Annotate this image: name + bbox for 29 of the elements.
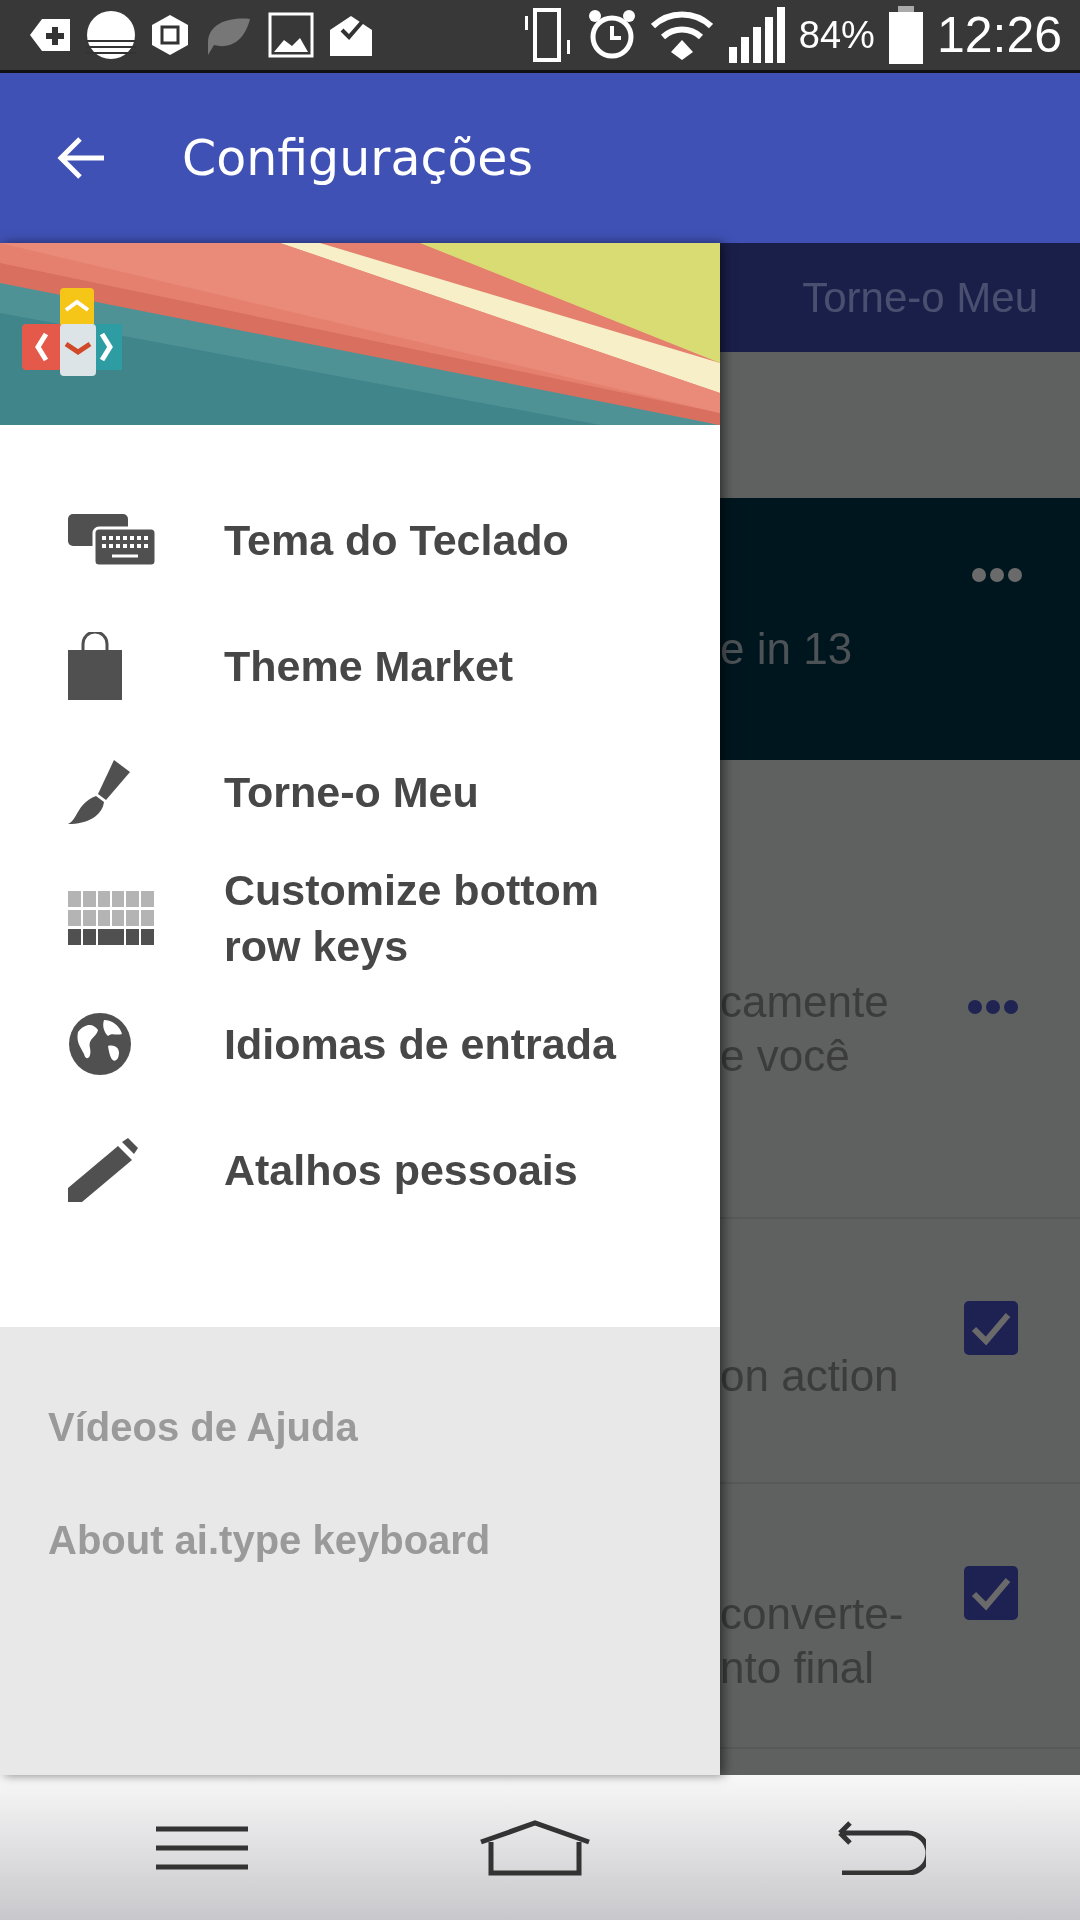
drawer-item[interactable]: Idiomas de entrada [0, 981, 720, 1107]
checkbox[interactable] [964, 1301, 1018, 1355]
battery-icon [888, 6, 923, 64]
battery-percent: 84% [798, 13, 875, 57]
globe-icon [68, 1012, 132, 1076]
drawer-item[interactable]: Theme Market [0, 603, 720, 729]
wifi-icon [650, 10, 713, 60]
banner-text: e in 13 [720, 624, 853, 674]
pencil-icon [68, 1138, 138, 1202]
clock: 12:26 [936, 6, 1062, 64]
paintbrush-icon [68, 760, 132, 824]
image-icon [268, 12, 314, 58]
drawer-item[interactable]: Torne-o Meu [0, 729, 720, 855]
drawer-item[interactable]: Tema do Teclado [0, 477, 720, 603]
app-bar-title: Configurações [182, 129, 534, 187]
keyboard-grid-icon [68, 891, 154, 945]
drawer-item[interactable]: Atalhos pessoais [0, 1107, 720, 1233]
signal-icon [726, 7, 785, 63]
shopping-bag-icon [68, 632, 122, 700]
menu-icon[interactable] [153, 1824, 250, 1871]
drawer-item[interactable]: Customize bottom row keys [0, 855, 720, 981]
keyboards-icon [68, 514, 158, 566]
sun-icon [86, 10, 136, 60]
home-icon[interactable] [477, 1819, 593, 1876]
more-icon[interactable] [972, 568, 1022, 582]
checkbox[interactable] [964, 1566, 1018, 1620]
back-arrow-icon[interactable] [56, 136, 106, 180]
vibrate-icon [522, 8, 573, 62]
cube-icon [150, 13, 190, 57]
